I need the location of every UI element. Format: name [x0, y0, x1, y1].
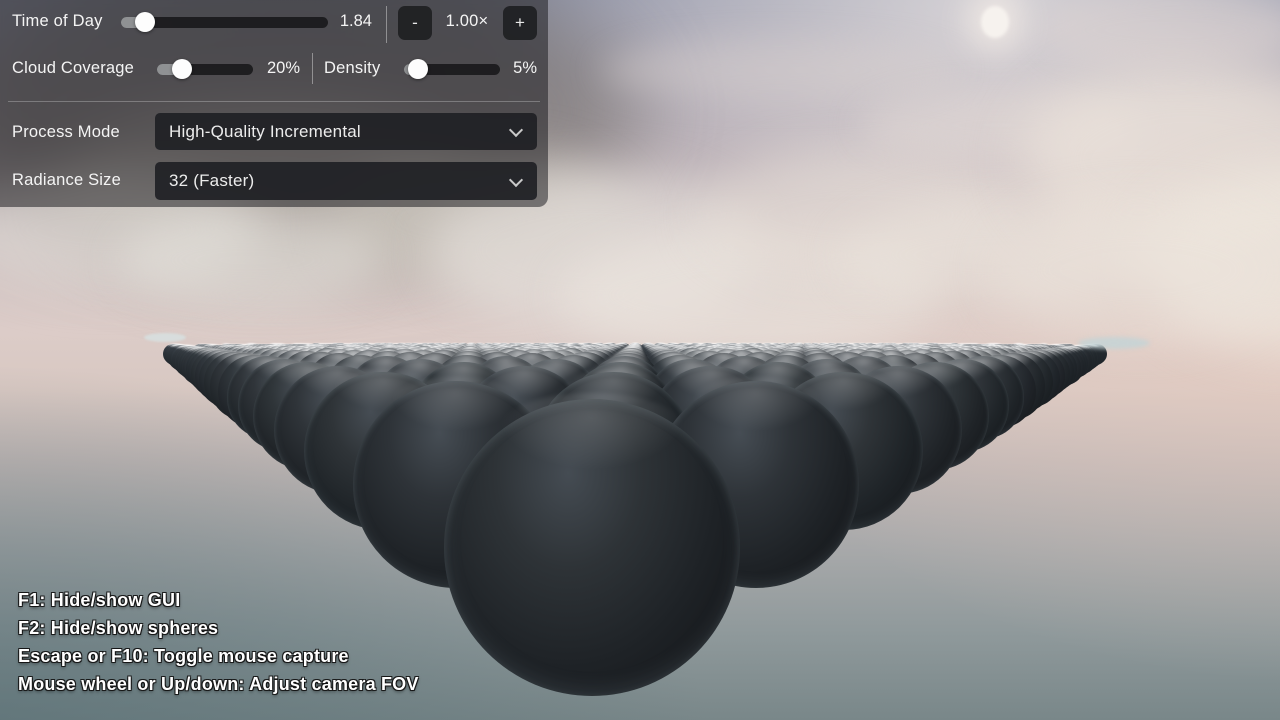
speed-increase-button[interactable]: + — [503, 6, 537, 40]
density-value: 5% — [504, 59, 537, 78]
speed-decrease-button[interactable]: - — [398, 6, 432, 40]
process-mode-label: Process Mode — [12, 123, 120, 142]
radiance-size-selected: 32 (Faster) — [169, 162, 254, 200]
help-overlay: F1: Hide/show GUI F2: Hide/show spheres … — [18, 586, 419, 698]
radiance-size-label: Radiance Size — [12, 171, 121, 190]
cloud-coverage-value: 20% — [255, 59, 300, 78]
app-window: Time of Day 1.84 - 1.00× + Cloud Coverag… — [0, 0, 1280, 720]
divider — [312, 53, 313, 84]
cloud-coverage-label: Cloud Coverage — [12, 59, 134, 78]
time-of-day-value: 1.84 — [326, 12, 372, 31]
slider-thumb[interactable] — [172, 59, 192, 79]
chevron-down-icon — [509, 173, 523, 187]
cloud-coverage-slider[interactable] — [157, 64, 253, 75]
separator — [8, 101, 540, 102]
slider-thumb[interactable] — [135, 12, 155, 32]
help-line: Mouse wheel or Up/down: Adjust camera FO… — [18, 670, 419, 698]
help-line: Escape or F10: Toggle mouse capture — [18, 642, 419, 670]
help-line: F1: Hide/show GUI — [18, 586, 419, 614]
process-mode-selected: High-Quality Incremental — [169, 113, 361, 150]
density-slider[interactable] — [404, 64, 500, 75]
settings-panel: Time of Day 1.84 - 1.00× + Cloud Coverag… — [0, 0, 548, 207]
radiance-size-select[interactable]: 32 (Faster) — [155, 162, 537, 200]
help-line: F2: Hide/show spheres — [18, 614, 419, 642]
slider-thumb[interactable] — [408, 59, 428, 79]
speed-multiplier-value: 1.00× — [434, 12, 500, 31]
time-of-day-slider[interactable] — [121, 17, 328, 28]
time-of-day-label: Time of Day — [12, 12, 103, 31]
chevron-down-icon — [509, 123, 523, 137]
divider — [386, 6, 387, 43]
process-mode-select[interactable]: High-Quality Incremental — [155, 113, 537, 150]
density-label: Density — [324, 59, 380, 78]
